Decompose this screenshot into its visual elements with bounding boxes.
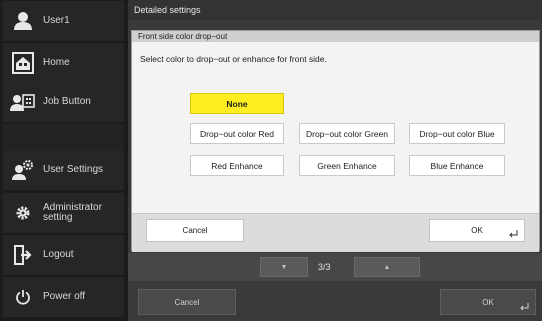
page-up-button[interactable]: ▲ (354, 257, 420, 277)
job-button-icon (3, 82, 43, 122)
dialog-message: Select color to drop−out or enhance for … (140, 54, 327, 64)
dialog-ok-label: OK (471, 226, 483, 235)
sidebar-item-label: Administrator setting (43, 202, 102, 223)
sidebar-item-label: Logout (43, 249, 74, 260)
sidebar-item-user-settings[interactable]: User Settings (3, 150, 124, 190)
cancel-button[interactable]: Cancel (138, 289, 236, 315)
bottom-bar: Cancel OK (128, 283, 542, 321)
ok-button-label: OK (482, 297, 494, 307)
sidebar-item-user[interactable]: User1 (3, 1, 124, 41)
page-down-button[interactable]: ▼ (260, 257, 308, 277)
sidebar: User1 Home Job Button User Settings Admi… (0, 0, 126, 321)
option-dropout-green[interactable]: Drop−out color Green (299, 123, 395, 144)
sidebar-item-job-button[interactable]: Job Button (3, 82, 124, 122)
sidebar-item-label: User Settings (43, 164, 104, 175)
dialog-footer: Cancel OK (132, 213, 539, 252)
user-settings-icon (3, 150, 43, 190)
sidebar-item-label: Home (43, 57, 70, 68)
power-icon (3, 277, 43, 317)
sidebar-item-power-off[interactable]: Power off (3, 277, 124, 317)
option-none[interactable]: None (190, 93, 284, 114)
triangle-down-icon: ▼ (280, 263, 288, 271)
ok-button[interactable]: OK (440, 289, 536, 315)
sidebar-item-label: User1 (43, 15, 70, 26)
sidebar-item-administrator-setting[interactable]: Administrator setting (3, 193, 124, 233)
home-icon (3, 43, 43, 83)
cancel-button-label: Cancel (174, 297, 200, 307)
sidebar-item-label: Job Button (43, 96, 91, 107)
pager-bar: ▼ 3/3 ▲ (128, 253, 542, 281)
option-green-enhance[interactable]: Green Enhance (299, 155, 395, 176)
option-red-enhance[interactable]: Red Enhance (190, 155, 284, 176)
enter-icon (509, 230, 518, 237)
option-dropout-blue[interactable]: Drop−out color Blue (409, 123, 505, 144)
logout-icon (3, 235, 43, 275)
page-title: Detailed settings (128, 0, 542, 20)
page-indicator: 3/3 (318, 262, 331, 272)
sidebar-item-home[interactable]: Home (3, 43, 124, 83)
sidebar-item-logout[interactable]: Logout (3, 235, 124, 275)
dialog-title: Front side color drop−out (132, 31, 539, 42)
dialog-body: Select color to drop−out or enhance for … (132, 42, 539, 213)
option-dropout-red[interactable]: Drop−out color Red (190, 123, 284, 144)
sidebar-item-label: Power off (43, 291, 86, 302)
triangle-up-icon: ▲ (383, 263, 391, 271)
option-blue-enhance[interactable]: Blue Enhance (409, 155, 505, 176)
dialog-cancel-button[interactable]: Cancel (146, 219, 244, 242)
dialog-cancel-label: Cancel (182, 226, 208, 235)
user-icon (3, 1, 43, 41)
gear-icon (3, 193, 43, 233)
color-dropout-dialog: Front side color drop−out Select color t… (131, 30, 540, 252)
enter-icon (520, 303, 529, 310)
dialog-ok-button[interactable]: OK (429, 219, 525, 242)
